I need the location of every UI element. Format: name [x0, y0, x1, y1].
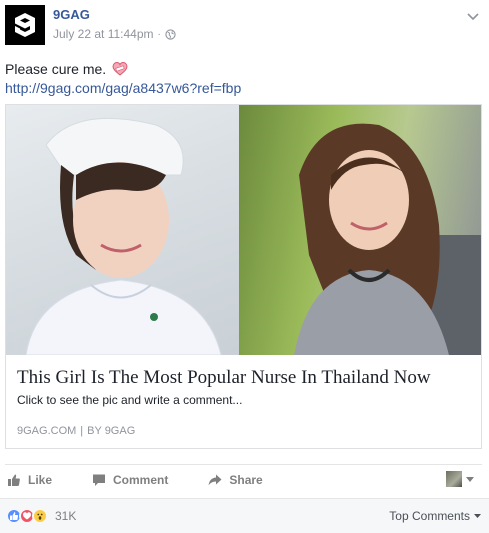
post-actions: Like Comment Share [5, 464, 482, 494]
like-button[interactable]: Like [7, 473, 52, 487]
post-footer: 31K Top Comments [0, 498, 489, 533]
nurse-photo [6, 105, 239, 355]
link-preview-domain: 9GAG.COM [17, 425, 77, 437]
wow-reaction-icon [32, 508, 48, 524]
heart-bandaged-icon [112, 61, 128, 76]
globe-icon[interactable] [165, 28, 176, 40]
post-meta: July 22 at 11:44pm · [53, 27, 176, 41]
top-comments-label: Top Comments [389, 509, 470, 523]
post-card: 9GAG July 22 at 11:44pm · Please cure me… [0, 0, 489, 533]
post-link[interactable]: http://9gag.com/gag/a8437w6?ref=fbp [5, 79, 241, 98]
comment-label: Comment [113, 472, 169, 487]
thumbs-up-icon [8, 474, 20, 486]
comment-button[interactable]: Comment [92, 473, 168, 487]
portrait-photo [239, 105, 481, 355]
post-body: Please cure me. http://9gag.com/gag/a843… [5, 60, 241, 98]
like-label: Like [28, 472, 53, 487]
post-header: 9GAG July 22 at 11:44pm · [5, 5, 489, 47]
nurse-illustration [25, 117, 222, 355]
caret-down-icon [474, 514, 481, 518]
viewer-avatar [446, 471, 462, 487]
comment-icon [93, 474, 106, 486]
post-as-selector[interactable] [446, 471, 474, 487]
chevron-down-icon[interactable] [467, 13, 479, 21]
post-message-text: Please cure me. [5, 61, 107, 77]
9gag-logo-icon [15, 13, 35, 37]
link-preview-source: 9GAG.COM | BY 9GAG [17, 425, 135, 437]
share-arrow-icon [208, 474, 222, 485]
meta-separator: · [157, 28, 161, 40]
portrait-illustration [294, 123, 481, 355]
page-name[interactable]: 9GAG [53, 7, 90, 22]
link-preview-title[interactable]: This Girl Is The Most Popular Nurse In T… [17, 367, 431, 389]
post-timestamp[interactable]: July 22 at 11:44pm [53, 27, 154, 41]
link-preview-description: Click to see the pic and write a comment… [17, 393, 243, 407]
link-preview-image[interactable] [6, 105, 481, 355]
source-separator: | [80, 425, 84, 437]
page-avatar[interactable] [5, 5, 45, 45]
link-preview-card[interactable]: This Girl Is The Most Popular Nurse In T… [5, 104, 482, 449]
reaction-count[interactable]: 31K [55, 509, 76, 523]
caret-down-icon [466, 476, 474, 482]
share-label: Share [229, 472, 263, 487]
share-button[interactable]: Share [208, 472, 263, 487]
post-message: Please cure me. [5, 60, 241, 79]
comment-order-dropdown[interactable]: Top Comments [389, 509, 481, 523]
link-preview-author[interactable]: BY 9GAG [87, 425, 135, 437]
reactions-summary[interactable]: 31K [6, 508, 76, 524]
